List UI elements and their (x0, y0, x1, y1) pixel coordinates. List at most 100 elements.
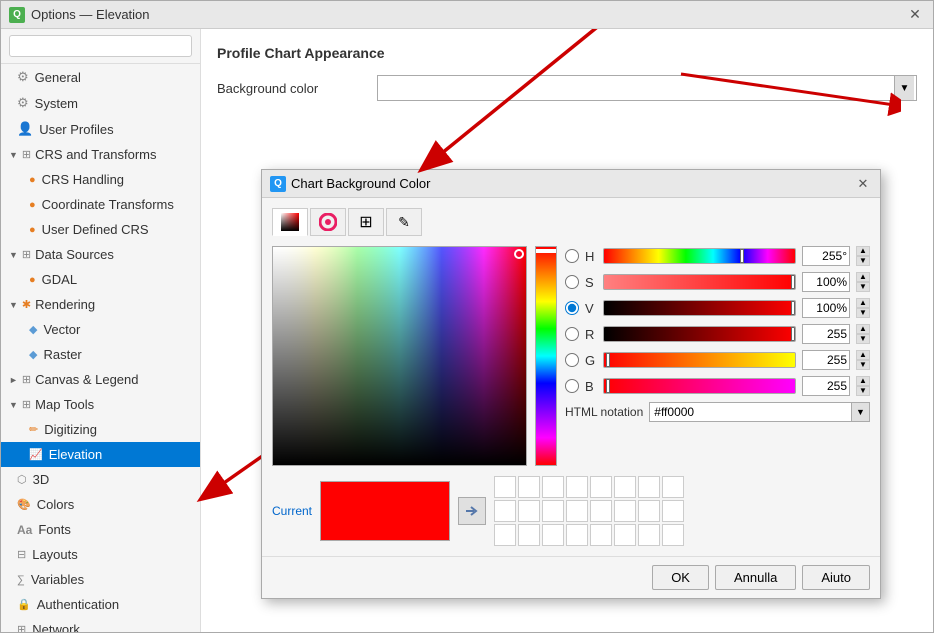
spinner-R-up[interactable]: ▲ (856, 324, 870, 334)
sidebar-group-datasources[interactable]: ▼ ⊞ Data Sources (1, 242, 200, 267)
sidebar-item-elevation[interactable]: 📈 Elevation (1, 442, 200, 467)
radio-R[interactable] (565, 327, 579, 341)
sidebar-item-3d[interactable]: ⬡ 3D (1, 467, 200, 492)
swatch-18[interactable] (518, 524, 540, 546)
tab-color-picker[interactable]: ✎ (386, 208, 422, 236)
combo-dropdown-arrow[interactable]: ▼ (894, 76, 914, 100)
spinner-G-up[interactable]: ▲ (856, 350, 870, 360)
spinner-H-down[interactable]: ▼ (856, 256, 870, 266)
slider-track-S[interactable] (603, 274, 796, 290)
swatch-3[interactable] (542, 476, 564, 498)
sidebar-item-general[interactable]: ⚙ General (1, 64, 200, 90)
hue-vertical-slider[interactable] (535, 246, 557, 466)
swatch-8[interactable] (662, 476, 684, 498)
sidebar-item-crs-handling[interactable]: ● CRS Handling (1, 167, 200, 192)
swatch-17[interactable] (494, 524, 516, 546)
sidebar-group-crs[interactable]: ▼ ⊞ CRS and Transforms (1, 142, 200, 167)
copy-color-button[interactable] (458, 497, 486, 525)
slider-value-V[interactable]: 100% (802, 298, 850, 318)
sidebar-item-gdal[interactable]: ● GDAL (1, 267, 200, 292)
swatch-10[interactable] (518, 500, 540, 522)
html-notation-input[interactable] (650, 403, 851, 421)
swatch-23[interactable] (638, 524, 660, 546)
swatch-21[interactable] (590, 524, 612, 546)
swatch-2[interactable] (518, 476, 540, 498)
spinner-S-up[interactable]: ▲ (856, 272, 870, 282)
swatch-22[interactable] (614, 524, 636, 546)
tab-color-grid[interactable]: ⊞ (348, 208, 384, 236)
swatch-24[interactable] (662, 524, 684, 546)
radio-S[interactable] (565, 275, 579, 289)
spinner-S-down[interactable]: ▼ (856, 282, 870, 292)
spinner-B-up[interactable]: ▲ (856, 376, 870, 386)
sidebar-item-layouts[interactable]: ⊟ Layouts (1, 542, 200, 567)
sidebar-item-user-profiles[interactable]: 👤 User Profiles (1, 116, 200, 142)
swatch-19[interactable] (542, 524, 564, 546)
elevation-icon: 📈 (29, 448, 43, 461)
sidebar-item-vector[interactable]: ◆ Vector (1, 317, 200, 342)
swatch-4[interactable] (566, 476, 588, 498)
slider-label-S: S (585, 275, 597, 290)
swatch-15[interactable] (638, 500, 660, 522)
search-input[interactable] (9, 35, 192, 57)
sidebar-item-variables[interactable]: ∑ Variables (1, 567, 200, 592)
background-color-combo[interactable]: ▼ (377, 75, 917, 101)
sidebar-item-network[interactable]: ⊞ Network (1, 617, 200, 632)
spinner-V-up[interactable]: ▲ (856, 298, 870, 308)
slider-track-B[interactable] (603, 378, 796, 394)
sidebar-item-system[interactable]: ⚙ System (1, 90, 200, 116)
radio-H[interactable] (565, 249, 579, 263)
swatch-11[interactable] (542, 500, 564, 522)
radio-V[interactable] (565, 301, 579, 315)
tab-color-wheel[interactable] (310, 208, 346, 236)
sidebar-group-canvas[interactable]: ► ⊞ Canvas & Legend (1, 367, 200, 392)
swatch-9[interactable] (494, 500, 516, 522)
spinner-G-down[interactable]: ▼ (856, 360, 870, 370)
slider-label-H: H (585, 249, 597, 264)
slider-value-S[interactable]: 100% (802, 272, 850, 292)
annulla-button[interactable]: Annulla (715, 565, 796, 590)
sidebar-item-authentication[interactable]: 🔒 Authentication (1, 592, 200, 617)
sidebar: ⚙ General ⚙ System 👤 User Profiles ▼ ⊞ C… (1, 29, 201, 632)
slider-value-G[interactable]: 255 (802, 350, 850, 370)
swatch-14[interactable] (614, 500, 636, 522)
slider-value-H[interactable]: 255° (802, 246, 850, 266)
slider-track-H[interactable] (603, 248, 796, 264)
spinner-B-down[interactable]: ▼ (856, 386, 870, 396)
slider-track-R[interactable] (603, 326, 796, 342)
search-box[interactable] (1, 29, 200, 64)
swatch-20[interactable] (566, 524, 588, 546)
aiuto-button[interactable]: Aiuto (802, 565, 870, 590)
radio-G[interactable] (565, 353, 579, 367)
sidebar-group-maptools[interactable]: ▼ ⊞ Map Tools (1, 392, 200, 417)
sidebar-item-fonts[interactable]: Aa Fonts (1, 517, 200, 542)
swatch-13[interactable] (590, 500, 612, 522)
swatch-1[interactable] (494, 476, 516, 498)
spinner-H-up[interactable]: ▲ (856, 246, 870, 256)
html-dropdown-btn[interactable]: ▼ (851, 403, 869, 421)
swatch-12[interactable] (566, 500, 588, 522)
sidebar-item-colors[interactable]: 🎨 Colors (1, 492, 200, 517)
slider-value-B[interactable]: 255 (802, 376, 850, 396)
slider-value-R[interactable]: 255 (802, 324, 850, 344)
ok-button[interactable]: OK (652, 565, 709, 590)
tab-color-square[interactable] (272, 208, 308, 236)
dialog-close-button[interactable]: ✕ (854, 175, 872, 193)
spinner-R-down[interactable]: ▼ (856, 334, 870, 344)
slider-track-G[interactable] (603, 352, 796, 368)
color-square[interactable] (272, 246, 527, 466)
spinner-V-down[interactable]: ▼ (856, 308, 870, 318)
sidebar-item-raster[interactable]: ◆ Raster (1, 342, 200, 367)
sidebar-item-digitizing[interactable]: ✏ Digitizing (1, 417, 200, 442)
swatch-16[interactable] (662, 500, 684, 522)
radio-B[interactable] (565, 379, 579, 393)
swatch-5[interactable] (590, 476, 612, 498)
swatch-6[interactable] (614, 476, 636, 498)
slider-row-S: S 100% ▲ ▼ (565, 272, 870, 292)
slider-track-V[interactable] (603, 300, 796, 316)
window-close-button[interactable]: ✕ (905, 5, 925, 25)
sidebar-group-rendering[interactable]: ▼ ✱ Rendering (1, 292, 200, 317)
sidebar-item-user-defined-crs[interactable]: ● User Defined CRS (1, 217, 200, 242)
sidebar-item-coord-transforms[interactable]: ● Coordinate Transforms (1, 192, 200, 217)
swatch-7[interactable] (638, 476, 660, 498)
